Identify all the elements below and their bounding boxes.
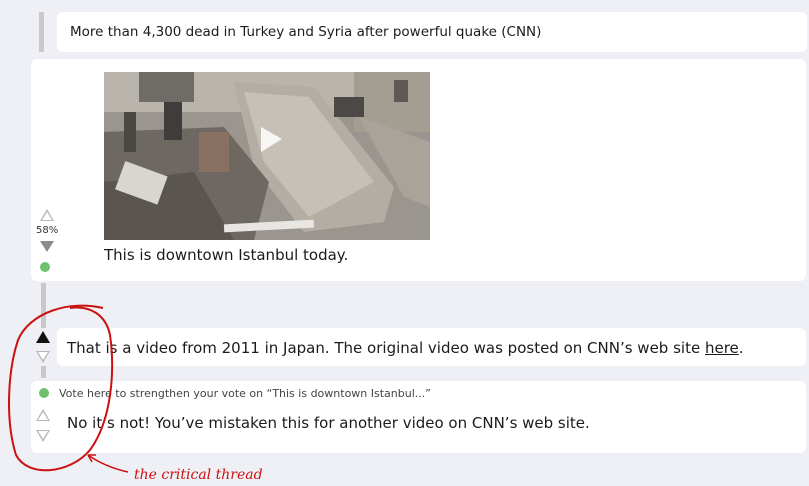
reply-downvote-icon[interactable]: [36, 351, 50, 363]
parent-post[interactable]: More than 4,300 dead in Turkey and Syria…: [57, 12, 807, 52]
post-caption: This is downtown Istanbul today.: [104, 246, 349, 264]
reply-post: That is a video from 2011 in Japan. The …: [57, 328, 806, 366]
thread-bar-middle: [41, 283, 46, 328]
annotation-arrow: [87, 454, 129, 473]
counter-reply-text: No it’s not! You’ve mistaken this for an…: [67, 414, 590, 432]
parent-post-text: More than 4,300 dead in Turkey and Syria…: [70, 24, 542, 40]
thread-bar-top: [39, 12, 44, 52]
source-link[interactable]: here: [705, 339, 739, 357]
reply-text: That is a video from 2011 in Japan. The …: [67, 339, 744, 357]
video-thumbnail[interactable]: [104, 72, 430, 240]
vote-hint-dot: [39, 388, 49, 398]
counter-upvote-icon[interactable]: [36, 409, 50, 421]
status-dot: [40, 262, 50, 272]
counter-reply-post: Vote here to strengthen your vote on “Th…: [31, 381, 806, 453]
thread-bar-lower: [41, 366, 46, 378]
reply-text-main: That is a video from 2011 in Japan. The …: [67, 339, 705, 357]
counter-downvote-icon[interactable]: [36, 430, 50, 442]
reply-text-end: .: [738, 339, 744, 357]
main-post: 58% This is downtown Istanbul today.: [31, 59, 806, 281]
reply-upvote-icon[interactable]: [36, 331, 50, 343]
vote-percentage: 58%: [36, 225, 59, 236]
rubble-image: [104, 72, 430, 240]
annotation-arrowhead: [87, 454, 96, 463]
downvote-icon[interactable]: [40, 241, 54, 252]
vote-hint[interactable]: Vote here to strengthen your vote on “Th…: [59, 387, 431, 400]
annotation-label: the critical thread: [134, 467, 263, 483]
upvote-icon[interactable]: [40, 209, 54, 221]
